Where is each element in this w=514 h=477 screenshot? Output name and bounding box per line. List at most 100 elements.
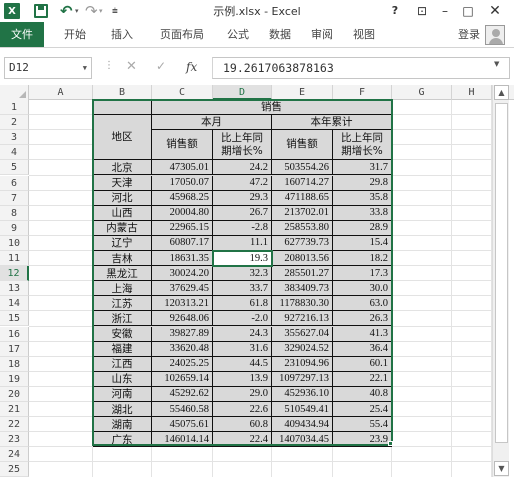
ytd-yoy-cell[interactable]: 25.4 (333, 402, 392, 418)
yoy-cell[interactable]: 19.3 (212, 249, 273, 268)
drag-handle-icon[interactable]: ⋮ (104, 60, 114, 71)
row-header[interactable]: 9 (0, 220, 29, 236)
header-month-yoy[interactable]: 比上年同 期增长% (213, 130, 272, 161)
header-month-sales[interactable]: 销售额 (152, 130, 213, 161)
insert-function-icon[interactable]: fx (186, 60, 197, 74)
sales-cell[interactable]: 45075.61 (152, 417, 213, 433)
yoy-cell[interactable]: 33.7 (213, 281, 272, 297)
row-header[interactable]: 25 (0, 462, 29, 477)
scroll-up-icon[interactable]: ▲ (494, 85, 509, 100)
region-cell[interactable]: 江西 (93, 356, 152, 372)
row-header[interactable]: 1 (0, 100, 29, 115)
fill-handle[interactable] (388, 441, 393, 446)
row-header[interactable]: 6 (0, 175, 29, 191)
region-cell[interactable]: 内蒙古 (93, 220, 152, 236)
ytd-sales-cell[interactable]: 258553.80 (272, 220, 333, 236)
row-header[interactable]: 19 (0, 371, 29, 387)
ytd-sales-cell[interactable]: 231094.96 (272, 356, 333, 372)
close-icon[interactable]: ✕ (486, 2, 504, 20)
ytd-sales-cell[interactable]: 213702.01 (272, 205, 333, 221)
region-cell[interactable]: 天津 (93, 175, 152, 191)
row-header[interactable]: 5 (0, 160, 29, 176)
yoy-cell[interactable]: 22.4 (213, 432, 272, 448)
row-header[interactable]: 11 (0, 251, 29, 266)
help-icon[interactable]: ? (386, 2, 404, 20)
region-cell[interactable]: 山东 (93, 371, 152, 387)
formula-input[interactable]: 19.2617063878163 (212, 57, 510, 79)
sales-cell[interactable]: 39827.89 (152, 326, 213, 342)
tab-data[interactable]: 数据 (260, 22, 300, 47)
sales-cell[interactable]: 33620.48 (152, 341, 213, 357)
ytd-yoy-cell[interactable]: 31.7 (333, 160, 392, 176)
row-header[interactable]: 23 (0, 432, 29, 448)
yoy-cell[interactable]: -2.8 (213, 220, 272, 236)
ytd-sales-cell[interactable]: 160714.27 (272, 175, 333, 191)
maximize-icon[interactable]: □ (459, 2, 477, 20)
column-header[interactable]: B (93, 85, 152, 100)
row-header[interactable]: 4 (0, 145, 29, 161)
region-cell[interactable]: 河北 (93, 190, 152, 206)
ribbon-options-icon[interactable]: ⊡ (413, 2, 431, 20)
ytd-yoy-cell[interactable]: 55.4 (333, 417, 392, 433)
ytd-yoy-cell[interactable]: 29.8 (333, 175, 392, 191)
column-header[interactable]: G (392, 85, 452, 100)
ytd-yoy-cell[interactable]: 36.4 (333, 341, 392, 357)
ytd-sales-cell[interactable]: 208013.56 (272, 251, 333, 267)
login-link[interactable]: 登录 (458, 22, 480, 47)
minimize-icon[interactable]: – (436, 2, 454, 20)
row-header[interactable]: 8 (0, 205, 29, 221)
column-header[interactable]: E (272, 85, 333, 100)
ytd-yoy-cell[interactable]: 17.3 (333, 266, 392, 282)
scroll-thumb[interactable] (495, 103, 508, 443)
yoy-cell[interactable]: 29.3 (213, 190, 272, 206)
row-header[interactable]: 14 (0, 296, 29, 312)
tab-page-layout[interactable]: 页面布局 (150, 22, 214, 47)
region-cell[interactable]: 江苏 (93, 296, 152, 312)
yoy-cell[interactable]: 31.6 (213, 341, 272, 357)
cancel-icon[interactable]: ✕ (126, 59, 137, 74)
sales-cell[interactable]: 37629.45 (152, 281, 213, 297)
ytd-sales-cell[interactable]: 329024.52 (272, 341, 333, 357)
tab-formulas[interactable]: 公式 (218, 22, 258, 47)
enter-check-icon[interactable]: ✓ (156, 59, 166, 73)
table-cell-blank[interactable] (93, 100, 152, 116)
ytd-yoy-cell[interactable]: 18.2 (333, 251, 392, 267)
ytd-sales-cell[interactable]: 1407034.45 (272, 432, 333, 448)
region-cell[interactable]: 安徽 (93, 326, 152, 342)
sales-cell[interactable]: 22965.15 (152, 220, 213, 236)
tab-home[interactable]: 开始 (55, 22, 95, 47)
ytd-sales-cell[interactable]: 452936.10 (272, 386, 333, 402)
row-header[interactable]: 7 (0, 190, 29, 206)
ytd-yoy-cell[interactable]: 23.9 (333, 432, 392, 448)
yoy-cell[interactable]: 22.6 (213, 402, 272, 418)
region-cell[interactable]: 山西 (93, 205, 152, 221)
sales-cell[interactable]: 92648.06 (152, 311, 213, 327)
sales-cell[interactable]: 45968.25 (152, 190, 213, 206)
ytd-sales-cell[interactable]: 627739.73 (272, 235, 333, 251)
ytd-sales-cell[interactable]: 510549.41 (272, 402, 333, 418)
tab-insert[interactable]: 插入 (102, 22, 142, 47)
ytd-yoy-cell[interactable]: 22.1 (333, 371, 392, 387)
region-cell[interactable]: 湖北 (93, 402, 152, 418)
yoy-cell[interactable]: 61.8 (213, 296, 272, 312)
expand-formula-bar-icon[interactable]: ▼ (494, 60, 499, 68)
ytd-sales-cell[interactable]: 927216.13 (272, 311, 333, 327)
ytd-yoy-cell[interactable]: 33.8 (333, 205, 392, 221)
tab-file[interactable]: 文件 (0, 22, 44, 47)
sales-cell[interactable]: 146014.14 (152, 432, 213, 448)
avatar[interactable] (485, 25, 505, 45)
column-header[interactable]: D (213, 85, 272, 100)
sales-cell[interactable]: 30024.20 (152, 266, 213, 282)
yoy-cell[interactable]: 26.7 (213, 205, 272, 221)
ytd-sales-cell[interactable]: 1178830.30 (272, 296, 333, 312)
ytd-sales-cell[interactable]: 285501.27 (272, 266, 333, 282)
row-header[interactable]: 20 (0, 386, 29, 402)
row-header[interactable]: 3 (0, 130, 29, 146)
header-region[interactable]: 地区 (93, 115, 152, 161)
sales-cell[interactable]: 47305.01 (152, 160, 213, 176)
ytd-sales-cell[interactable]: 383409.73 (272, 281, 333, 297)
tab-review[interactable]: 审阅 (302, 22, 342, 47)
row-header[interactable]: 21 (0, 402, 29, 417)
row-header[interactable]: 15 (0, 311, 29, 327)
yoy-cell[interactable]: 24.3 (213, 326, 272, 342)
